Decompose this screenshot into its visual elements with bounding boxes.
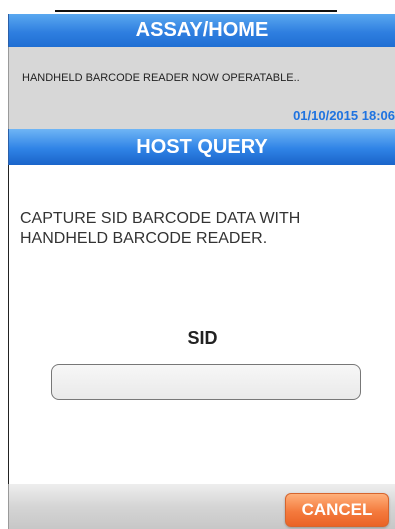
panel-title: HOST QUERY: [136, 135, 268, 158]
page-title: ASSAY/HOME: [135, 19, 269, 41]
status-message: HANDHELD BARCODE READER NOW OPERATABLE..: [22, 72, 300, 84]
title-bar: ASSAY/HOME: [8, 14, 395, 47]
footer-bar: CANCEL: [8, 484, 395, 529]
cropped-top-edge: [0, 0, 395, 14]
sid-input[interactable]: [51, 364, 361, 400]
host-query-header: HOST QUERY: [8, 129, 395, 165]
screen: ASSAY/HOME HANDHELD BARCODE READER NOW O…: [0, 0, 395, 529]
datetime-display: 01/10/2015 18:06: [293, 108, 395, 123]
host-query-content: CAPTURE SID BARCODE DATA WITH HANDHELD B…: [8, 165, 395, 484]
top-rule: [55, 10, 337, 12]
cancel-button-label: CANCEL: [301, 500, 373, 519]
cancel-button[interactable]: CANCEL: [285, 493, 389, 527]
message-panel: HANDHELD BARCODE READER NOW OPERATABLE..…: [8, 47, 395, 129]
sid-label: SID: [187, 328, 218, 348]
instruction-text: CAPTURE SID BARCODE DATA WITH HANDHELD B…: [20, 210, 301, 247]
